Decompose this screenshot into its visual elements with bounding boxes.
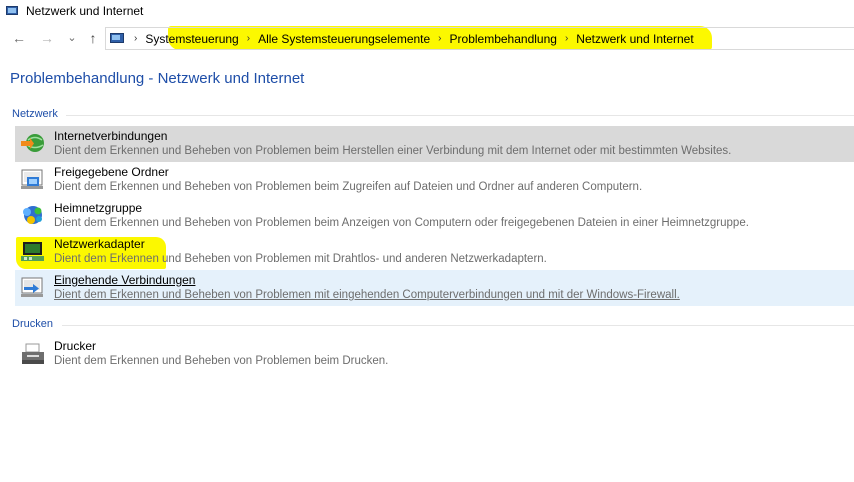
breadcrumb-problembehandlung[interactable]: Problembehandlung	[450, 32, 557, 46]
breadcrumb-separator[interactable]: ›	[247, 33, 250, 44]
control-panel-icon	[110, 32, 126, 45]
troubleshooter-drucker[interactable]: Drucker Dient dem Erkennen und Beheben v…	[15, 336, 854, 372]
homegroup-icon	[23, 206, 42, 224]
breadcrumb-systemsteuerung[interactable]: Systemsteuerung	[145, 32, 238, 46]
window-title: Netzwerk und Internet	[26, 4, 144, 18]
group-label-netzwerk: Netzwerk	[12, 108, 58, 120]
troubleshooter-eingehende-verbindungen[interactable]: Eingehende Verbindungen Dient dem Erkenn…	[15, 270, 854, 306]
item-description: Dient dem Erkennen und Beheben von Probl…	[54, 145, 732, 157]
item-title[interactable]: Heimnetzgruppe	[54, 201, 142, 215]
breadcrumb-alle-elemente[interactable]: Alle Systemsteuerungselemente	[258, 32, 430, 46]
item-description: Dient dem Erkennen und Beheben von Probl…	[54, 181, 643, 193]
page-title: Problembehandlung - Netzwerk und Interne…	[10, 70, 305, 87]
item-title[interactable]: Internetverbindungen	[54, 129, 167, 143]
troubleshooter-heimnetzgruppe[interactable]: Heimnetzgruppe Dient dem Erkennen und Be…	[15, 198, 854, 234]
shared-folder-icon	[21, 169, 43, 189]
up-arrow-icon[interactable]: ↑	[84, 28, 102, 48]
breadcrumb-separator[interactable]: ›	[438, 33, 441, 44]
breadcrumb-separator[interactable]: ›	[134, 33, 137, 44]
control-panel-icon	[6, 5, 20, 17]
internet-connection-icon	[21, 134, 44, 152]
recent-locations-chevron-icon[interactable]: ⌄	[63, 28, 81, 48]
item-title[interactable]: Drucker	[54, 339, 96, 353]
troubleshooter-netzwerkadapter[interactable]: Netzwerkadapter Dient dem Erkennen und B…	[15, 234, 854, 270]
title-bar: Netzwerk und Internet	[0, 0, 854, 22]
item-title[interactable]: Eingehende Verbindungen	[54, 273, 195, 287]
group-divider	[66, 115, 854, 116]
item-description: Dient dem Erkennen und Beheben von Probl…	[54, 253, 547, 265]
address-bar[interactable]: › Systemsteuerung › Alle Systemsteuerung…	[105, 27, 854, 50]
item-title[interactable]: Freigegebene Ordner	[54, 165, 169, 179]
group-label-drucken: Drucken	[12, 318, 53, 330]
network-adapter-icon	[21, 242, 44, 261]
item-title[interactable]: Netzwerkadapter	[54, 237, 145, 251]
breadcrumb-netzwerk-internet[interactable]: Netzwerk und Internet	[576, 32, 693, 46]
troubleshooter-internetverbindungen[interactable]: Internetverbindungen Dient dem Erkennen …	[15, 126, 854, 162]
breadcrumb-separator[interactable]: ›	[565, 33, 568, 44]
item-description: Dient dem Erkennen und Beheben von Probl…	[54, 355, 389, 367]
troubleshooter-freigegebene-ordner[interactable]: Freigegebene Ordner Dient dem Erkennen u…	[15, 162, 854, 198]
forward-arrow-icon[interactable]: →	[38, 28, 56, 48]
navigation-bar: ← → ⌄ ↑ › Systemsteuerung › Alle Systems…	[0, 24, 854, 52]
item-description: Dient dem Erkennen und Beheben von Probl…	[54, 289, 680, 301]
back-arrow-icon[interactable]: ←	[10, 28, 28, 48]
printer-icon	[22, 343, 44, 364]
incoming-connection-icon	[21, 277, 43, 297]
group-divider	[62, 325, 854, 326]
item-description: Dient dem Erkennen und Beheben von Probl…	[54, 217, 749, 229]
